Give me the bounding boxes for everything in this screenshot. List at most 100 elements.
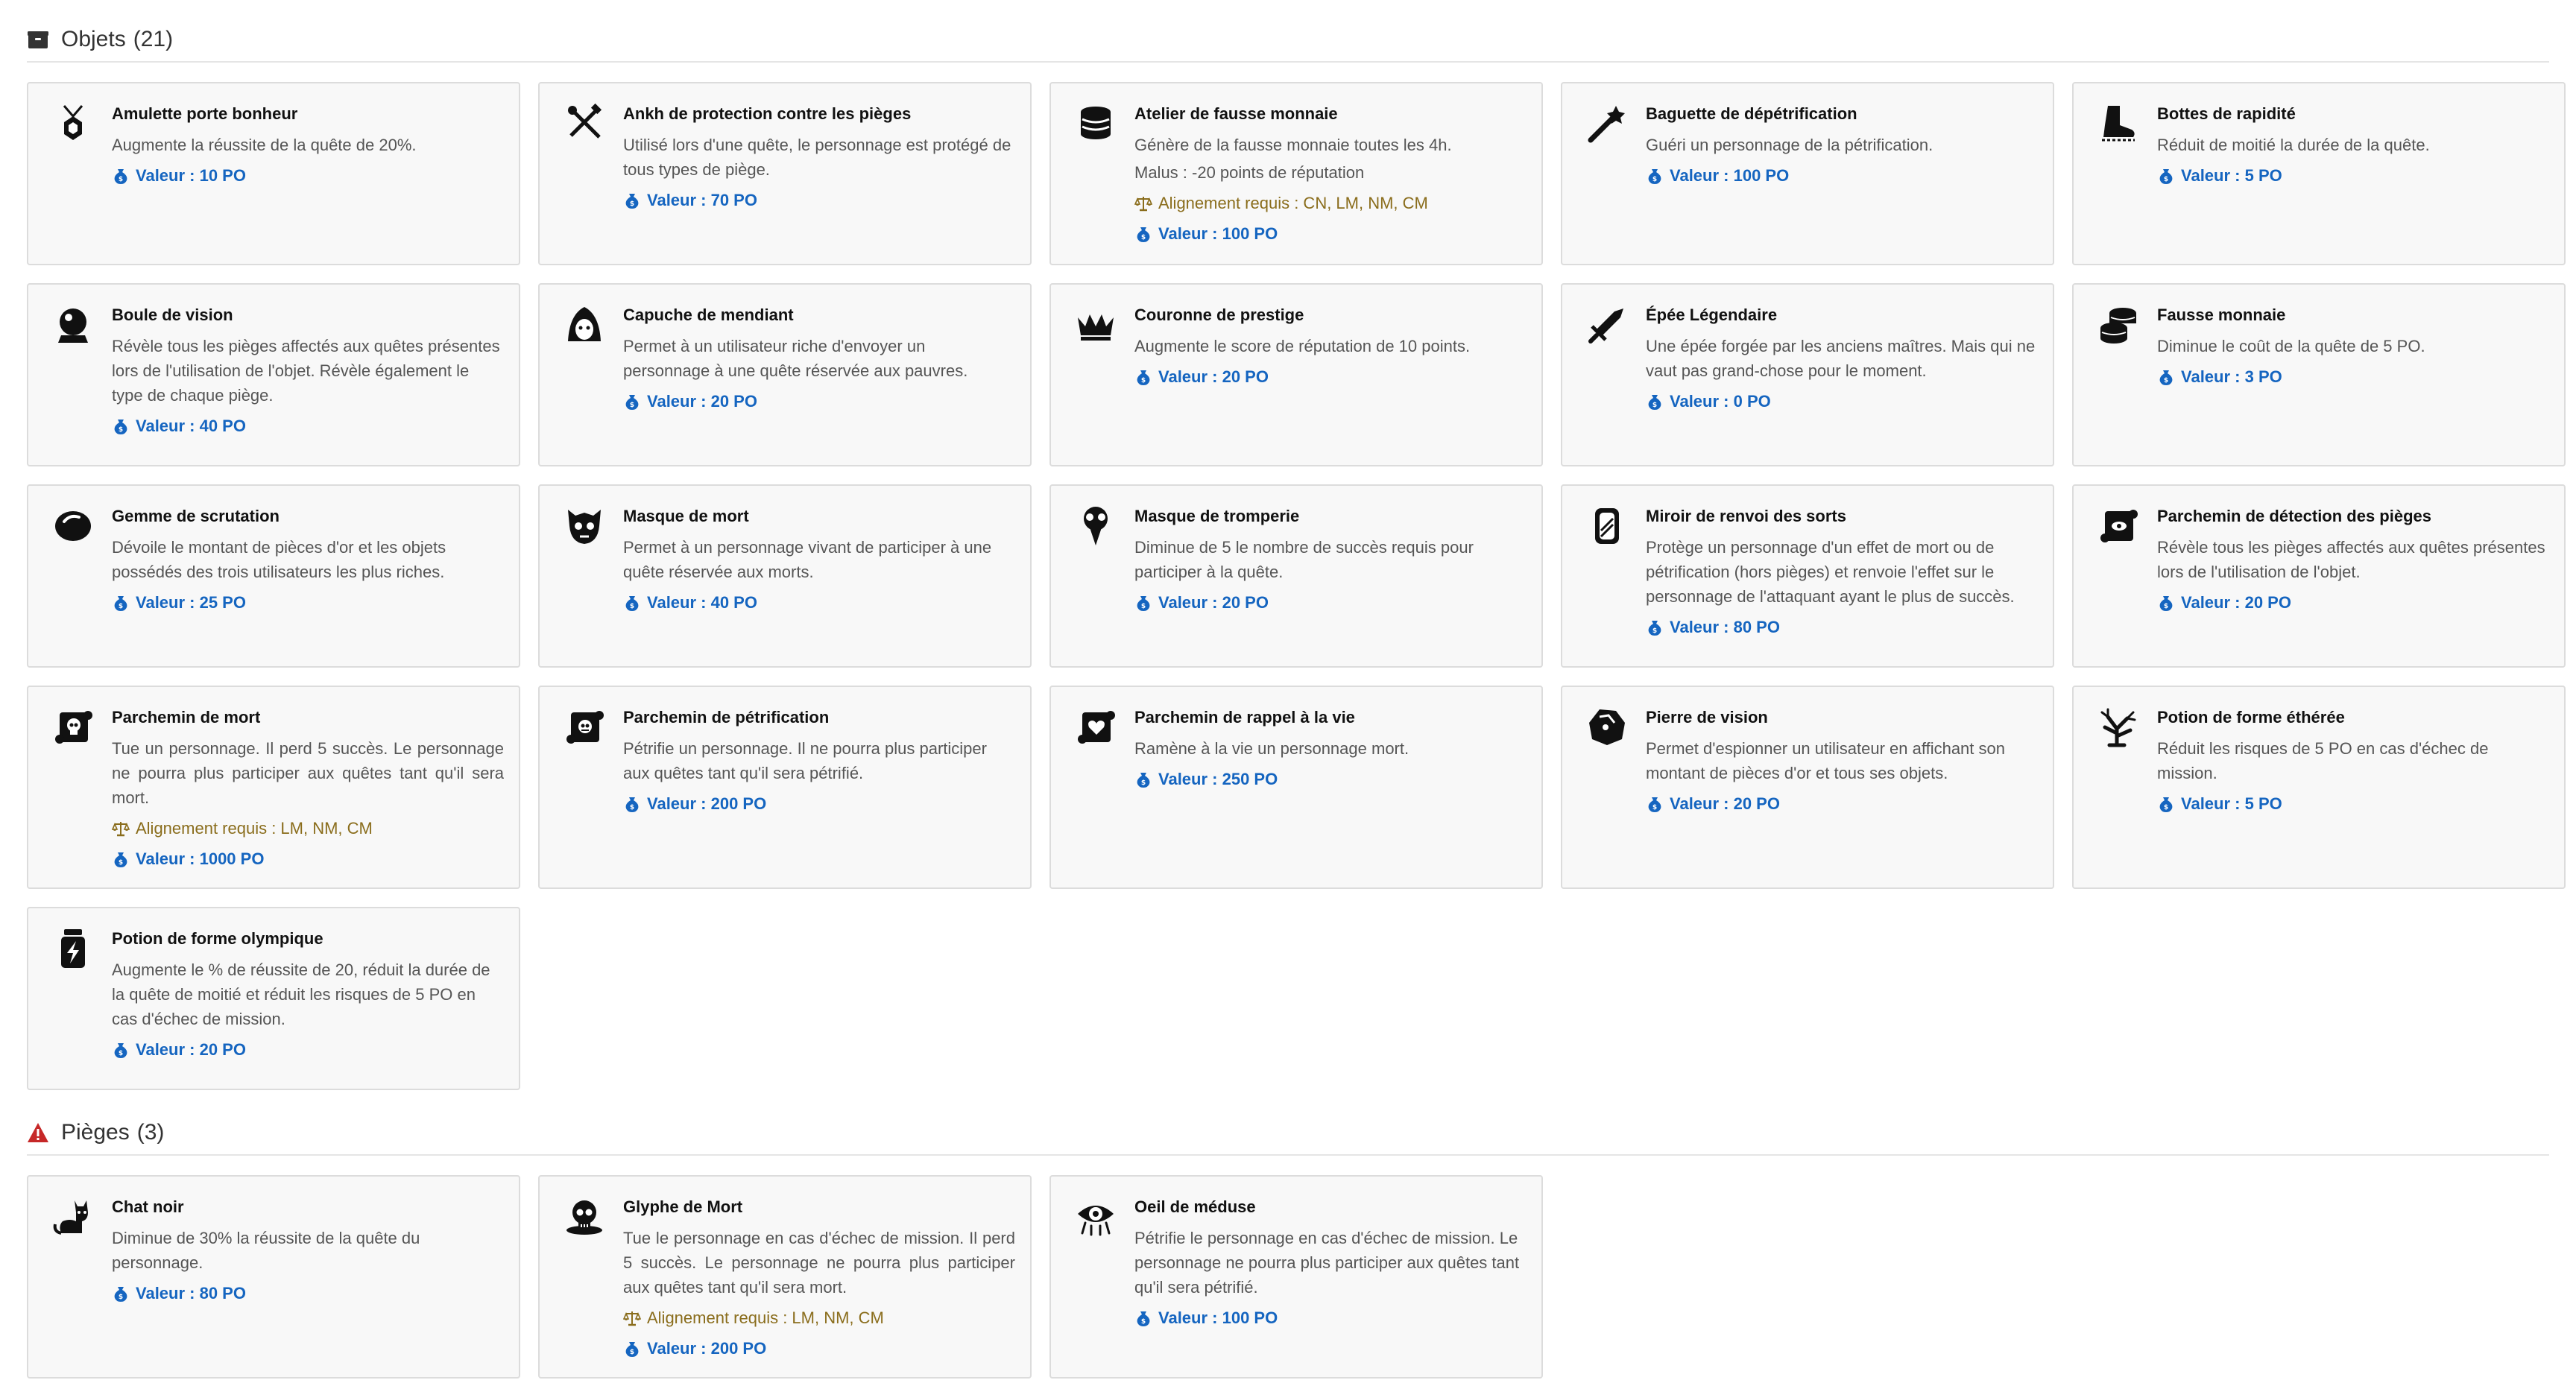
svg-text:$: $ xyxy=(1141,377,1146,384)
item-title: Masque de mort xyxy=(623,507,749,525)
svg-text:$: $ xyxy=(2164,804,2168,811)
item-card: Ankh de protection contre les pièges Util… xyxy=(538,82,1032,265)
item-title: Oeil de méduse xyxy=(1134,1197,1256,1216)
item-value: $ Valeur : 100 PO xyxy=(1646,163,2038,188)
item-value-text: Valeur : 1000 PO xyxy=(136,849,265,868)
sword-icon xyxy=(1586,304,1628,346)
item-card-body: Couronne de prestige Augmente le score de… xyxy=(1134,304,1527,449)
item-value-text: Valeur : 40 PO xyxy=(647,593,757,612)
box-icon xyxy=(27,28,49,51)
scroll-stone-icon xyxy=(564,706,605,748)
svg-text:$: $ xyxy=(1652,176,1657,183)
objects-section-header: Objets (21) xyxy=(27,27,2549,63)
traps-section-count: (3) xyxy=(136,1120,165,1145)
svg-text:$: $ xyxy=(1141,234,1146,241)
gem-icon xyxy=(52,505,94,547)
item-card: Bottes de rapidité Réduit de moitié la du… xyxy=(2072,82,2566,265)
item-description: Une épée forgée par les anciens maîtres.… xyxy=(1646,337,2036,380)
item-value-text: Valeur : 100 PO xyxy=(1158,1308,1278,1327)
item-malus: Malus : -20 points de réputation xyxy=(1134,163,1365,182)
money-bag-icon: $ xyxy=(112,417,130,435)
tree-icon xyxy=(2097,706,2139,748)
cat-icon xyxy=(52,1196,94,1238)
money-bag-icon: $ xyxy=(623,795,641,813)
money-bag-icon: $ xyxy=(1646,167,1664,185)
skull-glyph-icon xyxy=(564,1196,605,1238)
item-title: Atelier de fausse monnaie xyxy=(1134,104,1338,123)
item-card: Glyphe de Mort Tue le personnage en cas d… xyxy=(538,1175,1032,1379)
item-card-body: Chat noir Diminue de 30% la réussite de l… xyxy=(112,1196,504,1361)
svg-text:$: $ xyxy=(119,176,123,183)
item-title: Gemme de scrutation xyxy=(112,507,280,525)
item-card: Miroir de renvoi des sorts Protège un per… xyxy=(1561,484,2054,668)
item-card: Parchemin de mort Tue un personnage. Il p… xyxy=(27,686,520,889)
money-bag-icon: $ xyxy=(112,850,130,868)
item-card-body: Potion de forme olympique Augmente le % d… xyxy=(112,928,504,1072)
item-title: Parchemin de détection des pièges xyxy=(2157,507,2432,525)
item-value: $ Valeur : 40 PO xyxy=(112,414,504,438)
item-title: Capuche de mendiant xyxy=(623,306,794,324)
item-card-body: Parchemin de mort Tue un personnage. Il p… xyxy=(112,706,504,871)
item-description: Pétrifie un personnage. Il ne pourra plu… xyxy=(623,739,987,782)
item-card: Boule de vision Révèle tous les pièges af… xyxy=(27,283,520,466)
item-card-body: Masque de mort Permet à un personnage viv… xyxy=(623,505,1015,650)
svg-text:$: $ xyxy=(1652,402,1657,409)
item-alignment: Alignement requis : LM, NM, CM xyxy=(623,1305,1015,1330)
item-value-text: Valeur : 25 PO xyxy=(136,593,246,612)
item-alignment: Alignement requis : CN, LM, NM, CM xyxy=(1134,191,1527,215)
item-alignment-text: Alignement requis : LM, NM, CM xyxy=(136,819,373,838)
item-value: $ Valeur : 20 PO xyxy=(1134,364,1527,389)
item-description: Dévoile le montant de pièces d'or et les… xyxy=(112,538,446,581)
objects-grid: Amulette porte bonheur Augmente la réussi… xyxy=(27,82,2566,1090)
item-card-body: Glyphe de Mort Tue le personnage en cas d… xyxy=(623,1196,1015,1361)
item-title: Bottes de rapidité xyxy=(2157,104,2296,123)
item-value-text: Valeur : 100 PO xyxy=(1670,166,1790,185)
svg-text:$: $ xyxy=(1652,627,1657,635)
svg-text:$: $ xyxy=(119,426,123,434)
item-value: $ Valeur : 10 PO xyxy=(112,163,504,188)
item-card-body: Atelier de fausse monnaie Génère de la fa… xyxy=(1134,103,1527,247)
item-title: Baguette de dépétrification xyxy=(1646,104,1857,123)
item-title: Ankh de protection contre les pièges xyxy=(623,104,912,123)
item-card-body: Masque de tromperie Diminue de 5 le nombr… xyxy=(1134,505,1527,650)
item-description: Utilisé lors d'une quête, le personnage … xyxy=(623,136,1011,179)
item-title: Épée Légendaire xyxy=(1646,306,1778,324)
mirror-icon xyxy=(1586,505,1628,547)
item-value: $ Valeur : 20 PO xyxy=(1134,590,1527,615)
item-title: Chat noir xyxy=(112,1197,184,1216)
plague-mask-icon xyxy=(1075,505,1117,547)
item-description: Tue un personnage. Il perd 5 succès. Le … xyxy=(112,739,504,807)
item-card: Potion de forme olympique Augmente le % d… xyxy=(27,907,520,1090)
money-bag-icon: $ xyxy=(1134,1309,1152,1327)
item-card-body: Bottes de rapidité Réduit de moitié la du… xyxy=(2157,103,2549,247)
money-bag-icon: $ xyxy=(112,167,130,185)
item-title: Miroir de renvoi des sorts xyxy=(1646,507,1846,525)
item-card-body: Capuche de mendiant Permet à un utilisate… xyxy=(623,304,1015,449)
item-card-body: Parchemin de rappel à la vie Ramène à la … xyxy=(1134,706,1527,871)
item-value: $ Valeur : 200 PO xyxy=(623,791,1015,816)
item-title: Parchemin de rappel à la vie xyxy=(1134,708,1355,727)
item-value-text: Valeur : 10 PO xyxy=(136,166,246,185)
item-value: $ Valeur : 80 PO xyxy=(112,1281,504,1305)
item-card: Épée Légendaire Une épée forgée par les a… xyxy=(1561,283,2054,466)
balance-scale-icon xyxy=(112,820,130,838)
objects-section-count: (21) xyxy=(133,27,174,51)
money-bag-icon: $ xyxy=(2157,167,2175,185)
money-bag-icon: $ xyxy=(1646,393,1664,411)
item-card: Oeil de méduse Pétrifie le personnage en … xyxy=(1049,1175,1543,1379)
scroll-skull-icon xyxy=(52,706,94,748)
item-value-text: Valeur : 80 PO xyxy=(136,1284,246,1303)
item-description: Augmente le score de réputation de 10 po… xyxy=(1134,337,1471,355)
item-card: Fausse monnaie Diminue le coût de la quêt… xyxy=(2072,283,2566,466)
item-description: Réduit les risques de 5 PO en cas d'éche… xyxy=(2157,739,2489,782)
item-value-text: Valeur : 20 PO xyxy=(1670,794,1780,813)
objects-section-title: Objets xyxy=(61,27,126,51)
item-value: $ Valeur : 20 PO xyxy=(112,1037,504,1062)
item-value-text: Valeur : 20 PO xyxy=(647,392,757,411)
item-card: Parchemin de pétrification Pétrifie un pe… xyxy=(538,686,1032,889)
item-title: Potion de forme éthérée xyxy=(2157,708,2345,727)
item-description: Augmente le % de réussite de 20, réduit … xyxy=(112,960,490,1028)
item-description: Protège un personnage d'un effet de mort… xyxy=(1646,538,2015,606)
item-description: Augmente la réussite de la quête de 20%. xyxy=(112,136,417,154)
hood-icon xyxy=(564,304,605,346)
